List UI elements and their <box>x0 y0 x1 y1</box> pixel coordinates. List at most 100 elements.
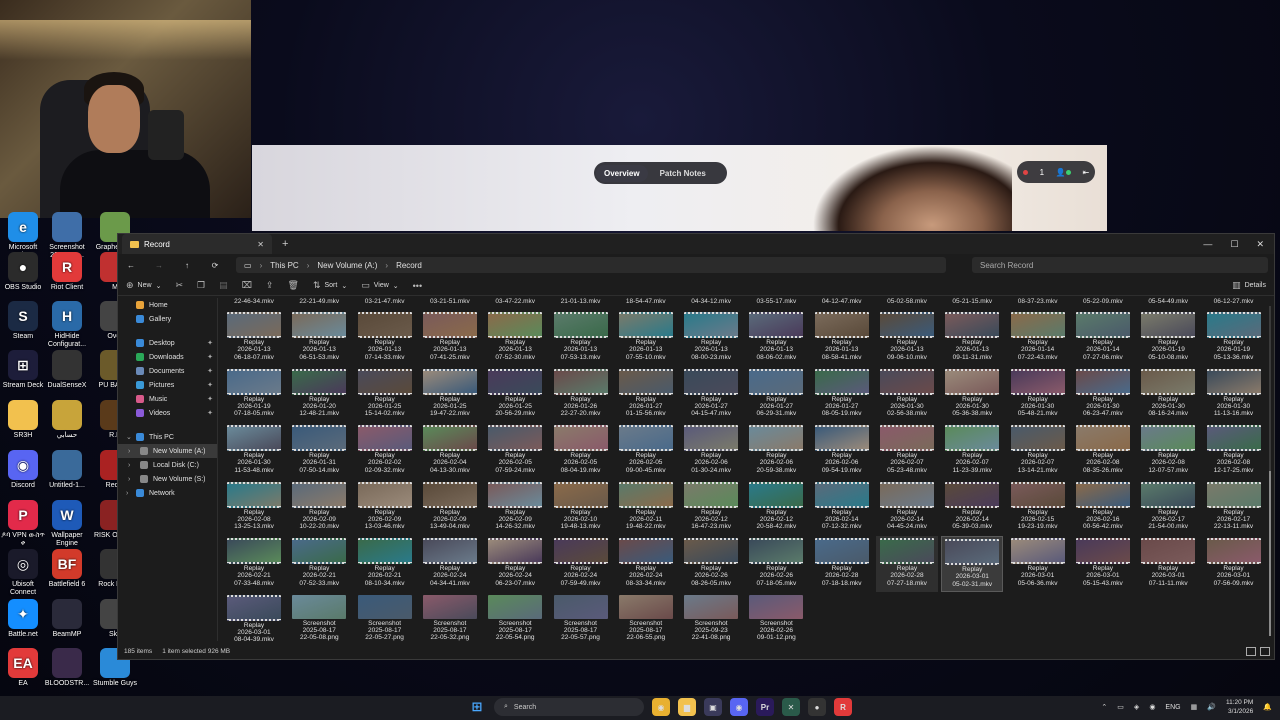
file-tile[interactable]: Replay 2026-01-13 08-58-41.mkv <box>811 310 873 366</box>
nav-item[interactable]: Gallery <box>118 312 217 326</box>
file-tile[interactable]: Replay 2026-01-13 08-00-23.mkv <box>680 310 742 366</box>
file-tile[interactable]: Replay 2026-02-06 09-54-19.mkv <box>811 423 873 479</box>
search-input[interactable]: Search Record <box>972 257 1268 273</box>
desktop-icon[interactable]: BLOODSTR... <box>44 648 90 688</box>
paste-icon[interactable]: ▤ <box>219 280 228 291</box>
file-name-partial[interactable]: 04-34-12.mkv <box>681 298 741 305</box>
notifications-icon[interactable]: 🔔 <box>1263 703 1272 711</box>
cut-icon[interactable]: ✂ <box>175 280 183 291</box>
file-tile[interactable]: Replay 2026-02-24 06-23-07.mkv <box>484 536 546 592</box>
nav-item[interactable]: ⌄ This PC <box>118 430 217 444</box>
file-tile[interactable]: Screenshot 2026-02-26 09-01-12.png <box>745 593 807 644</box>
file-tile[interactable]: Replay 2026-01-27 01-15-56.mkv <box>615 367 677 423</box>
taskbar-search[interactable]: ⌕ Search <box>494 698 644 716</box>
file-tile[interactable]: Replay 2026-01-30 11-53-48.mkv <box>223 423 285 479</box>
file-name-partial[interactable]: 05-54-49.mkv <box>1138 298 1198 305</box>
file-tile[interactable]: Replay 2026-03-01 05-06-36.mkv <box>1007 536 1069 592</box>
file-tile[interactable]: Replay 2026-02-26 07-18-05.mkv <box>745 536 807 592</box>
tiles-view-icon[interactable] <box>1260 646 1270 656</box>
chevron-icon[interactable]: › <box>128 448 130 455</box>
refresh-icon[interactable]: ⟳ <box>208 261 222 270</box>
more-icon[interactable]: ••• <box>413 281 422 291</box>
file-tile[interactable]: Replay 2026-02-08 13-25-13.mkv <box>223 480 285 536</box>
nav-item[interactable]: Pictures ✦ <box>118 378 217 392</box>
file-tile[interactable]: Replay 2026-02-08 12-17-25.mkv <box>1203 423 1265 479</box>
copy-icon[interactable]: ❐ <box>197 280 205 291</box>
file-tile[interactable]: Replay 2026-01-13 08-06-02.mkv <box>745 310 807 366</box>
tab-patch-notes[interactable]: Patch Notes <box>652 165 714 182</box>
file-name-partial[interactable]: 18-54-47.mkv <box>616 298 676 305</box>
maximize-icon[interactable]: ☐ <box>1230 239 1238 250</box>
file-tile[interactable]: Replay 2026-01-25 20-56-29.mkv <box>484 367 546 423</box>
forward-icon[interactable]: → <box>152 261 166 270</box>
details-view-icon[interactable] <box>1246 646 1256 656</box>
desktop-icon[interactable]: ◎ Ubisoft Connect <box>0 549 46 597</box>
close-tab-icon[interactable]: ✕ <box>257 240 264 249</box>
file-tile[interactable]: Replay 2026-02-15 19-23-19.mkv <box>1007 480 1069 536</box>
file-tile[interactable]: Replay 2026-03-01 05-15-43.mkv <box>1072 536 1134 592</box>
back-icon[interactable]: ← <box>124 261 138 270</box>
file-tile[interactable]: Replay 2026-03-01 07-11-11.mkv <box>1137 536 1199 592</box>
file-tile[interactable]: Replay 2026-02-12 20-58-42.mkv <box>745 480 807 536</box>
minimize-icon[interactable]: — <box>1203 239 1212 250</box>
file-tile[interactable]: Replay 2026-02-06 20-59-38.mkv <box>745 423 807 479</box>
file-tile[interactable]: Replay 2026-02-06 01-30-24.mkv <box>680 423 742 479</box>
file-tile[interactable]: Replay 2026-02-02 02-09-32.mkv <box>354 423 416 479</box>
breadcrumb-item[interactable]: New Volume (A:) <box>317 261 377 270</box>
start-icon[interactable]: ⊞ <box>468 698 486 716</box>
app-icon[interactable]: ▣ <box>704 698 722 716</box>
file-tile[interactable]: Replay 2026-01-13 07-41-25.mkv <box>419 310 481 366</box>
desktop-icon[interactable]: BF Battlefield 6 <box>44 549 90 589</box>
collapse-icon[interactable]: ⇤ <box>1082 168 1089 177</box>
desktop-icon[interactable]: DualSenseX <box>44 350 90 390</box>
file-name-partial[interactable]: 05-22-09.mkv <box>1073 298 1133 305</box>
file-tile[interactable]: Replay 2026-01-30 08-16-24.mkv <box>1137 367 1199 423</box>
file-tile[interactable]: Replay 2026-02-24 04-34-41.mkv <box>419 536 481 592</box>
new-tab-icon[interactable]: + <box>282 238 288 250</box>
desktop-icon[interactable]: W Wallpaper Engine <box>44 500 90 548</box>
file-tile[interactable]: Replay 2026-03-01 05-02-31.mkv <box>941 536 1004 592</box>
file-tile[interactable]: Replay 2026-01-19 05-10-08.mkv <box>1137 310 1199 366</box>
rename-icon[interactable]: ⌧ <box>242 280 252 291</box>
nav-item[interactable]: › New Volume (A:) <box>118 444 217 458</box>
riot-icon[interactable]: R <box>834 698 852 716</box>
delete-icon[interactable]: 🗑 <box>288 280 299 291</box>
file-tile[interactable]: Replay 2026-01-20 12-48-21.mkv <box>288 367 350 423</box>
file-tile[interactable]: Replay 2026-03-01 07-56-09.mkv <box>1203 536 1265 592</box>
file-tile[interactable]: Replay 2026-02-26 08-26-05.mkv <box>680 536 742 592</box>
file-tile[interactable]: Replay 2026-01-19 05-13-36.mkv <box>1203 310 1265 366</box>
file-tile[interactable]: Replay 2026-02-08 08-35-26.mkv <box>1072 423 1134 479</box>
file-name-partial[interactable]: 22-21-49.mkv <box>289 298 349 305</box>
file-name-partial[interactable]: 03-21-47.mkv <box>355 298 415 305</box>
file-tile[interactable]: Replay 2026-02-05 08-04-19.mkv <box>550 423 612 479</box>
file-tile[interactable]: Replay 2026-02-07 13-14-21.mkv <box>1007 423 1069 479</box>
chevron-icon[interactable]: › <box>128 462 130 469</box>
file-tile[interactable]: Screenshot 2025-08-17 22-05-57.png <box>550 593 612 644</box>
file-tile[interactable]: Replay 2026-01-27 08-05-19.mkv <box>811 367 873 423</box>
file-name-partial[interactable]: 05-02-58.mkv <box>877 298 937 305</box>
file-name-partial[interactable]: 21-01-13.mkv <box>551 298 611 305</box>
desktop-icon[interactable]: H HidHide Configurat... <box>44 301 90 349</box>
scrollbar[interactable] <box>1269 306 1271 636</box>
language-indicator[interactable]: ENG <box>1165 704 1180 711</box>
nav-item[interactable]: Desktop ✦ <box>118 336 217 350</box>
file-tile[interactable]: Replay 2026-02-17 21-54-00.mkv <box>1137 480 1199 536</box>
file-name-partial[interactable]: 03-47-22.mkv <box>485 298 545 305</box>
file-tile[interactable]: Replay 2026-02-05 09-00-45.mkv <box>615 423 677 479</box>
tray-app-icon[interactable]: ◉ <box>1149 703 1155 711</box>
user-icon[interactable]: 👤 <box>1056 168 1071 177</box>
notification-icon[interactable] <box>1022 168 1028 177</box>
file-name-partial[interactable]: 22-46-34.mkv <box>224 298 284 305</box>
new-button[interactable]: ⊕ New ⌄ <box>126 280 161 291</box>
file-tile[interactable]: Replay 2026-02-09 14-26-32.mkv <box>484 480 546 536</box>
file-tile[interactable]: Screenshot 2025-08-17 22-05-08.png <box>288 593 350 644</box>
desktop-icon[interactable]: S Steam <box>0 301 46 341</box>
file-tile[interactable]: Replay 2026-01-13 06-51-53.mkv <box>288 310 350 366</box>
obs-icon[interactable]: ● <box>808 698 826 716</box>
details-button[interactable]: ▥ Details <box>1232 280 1266 291</box>
file-tile[interactable]: Replay 2026-02-10 19-48-13.mkv <box>550 480 612 536</box>
nav-item[interactable]: Music ✦ <box>118 392 217 406</box>
file-tile[interactable]: Screenshot 2025-09-23 22-41-08.png <box>680 593 742 644</box>
tray-app-icon[interactable]: ▭ <box>1117 703 1124 711</box>
file-tile[interactable]: Screenshot 2025-08-17 22-05-32.png <box>419 593 481 644</box>
